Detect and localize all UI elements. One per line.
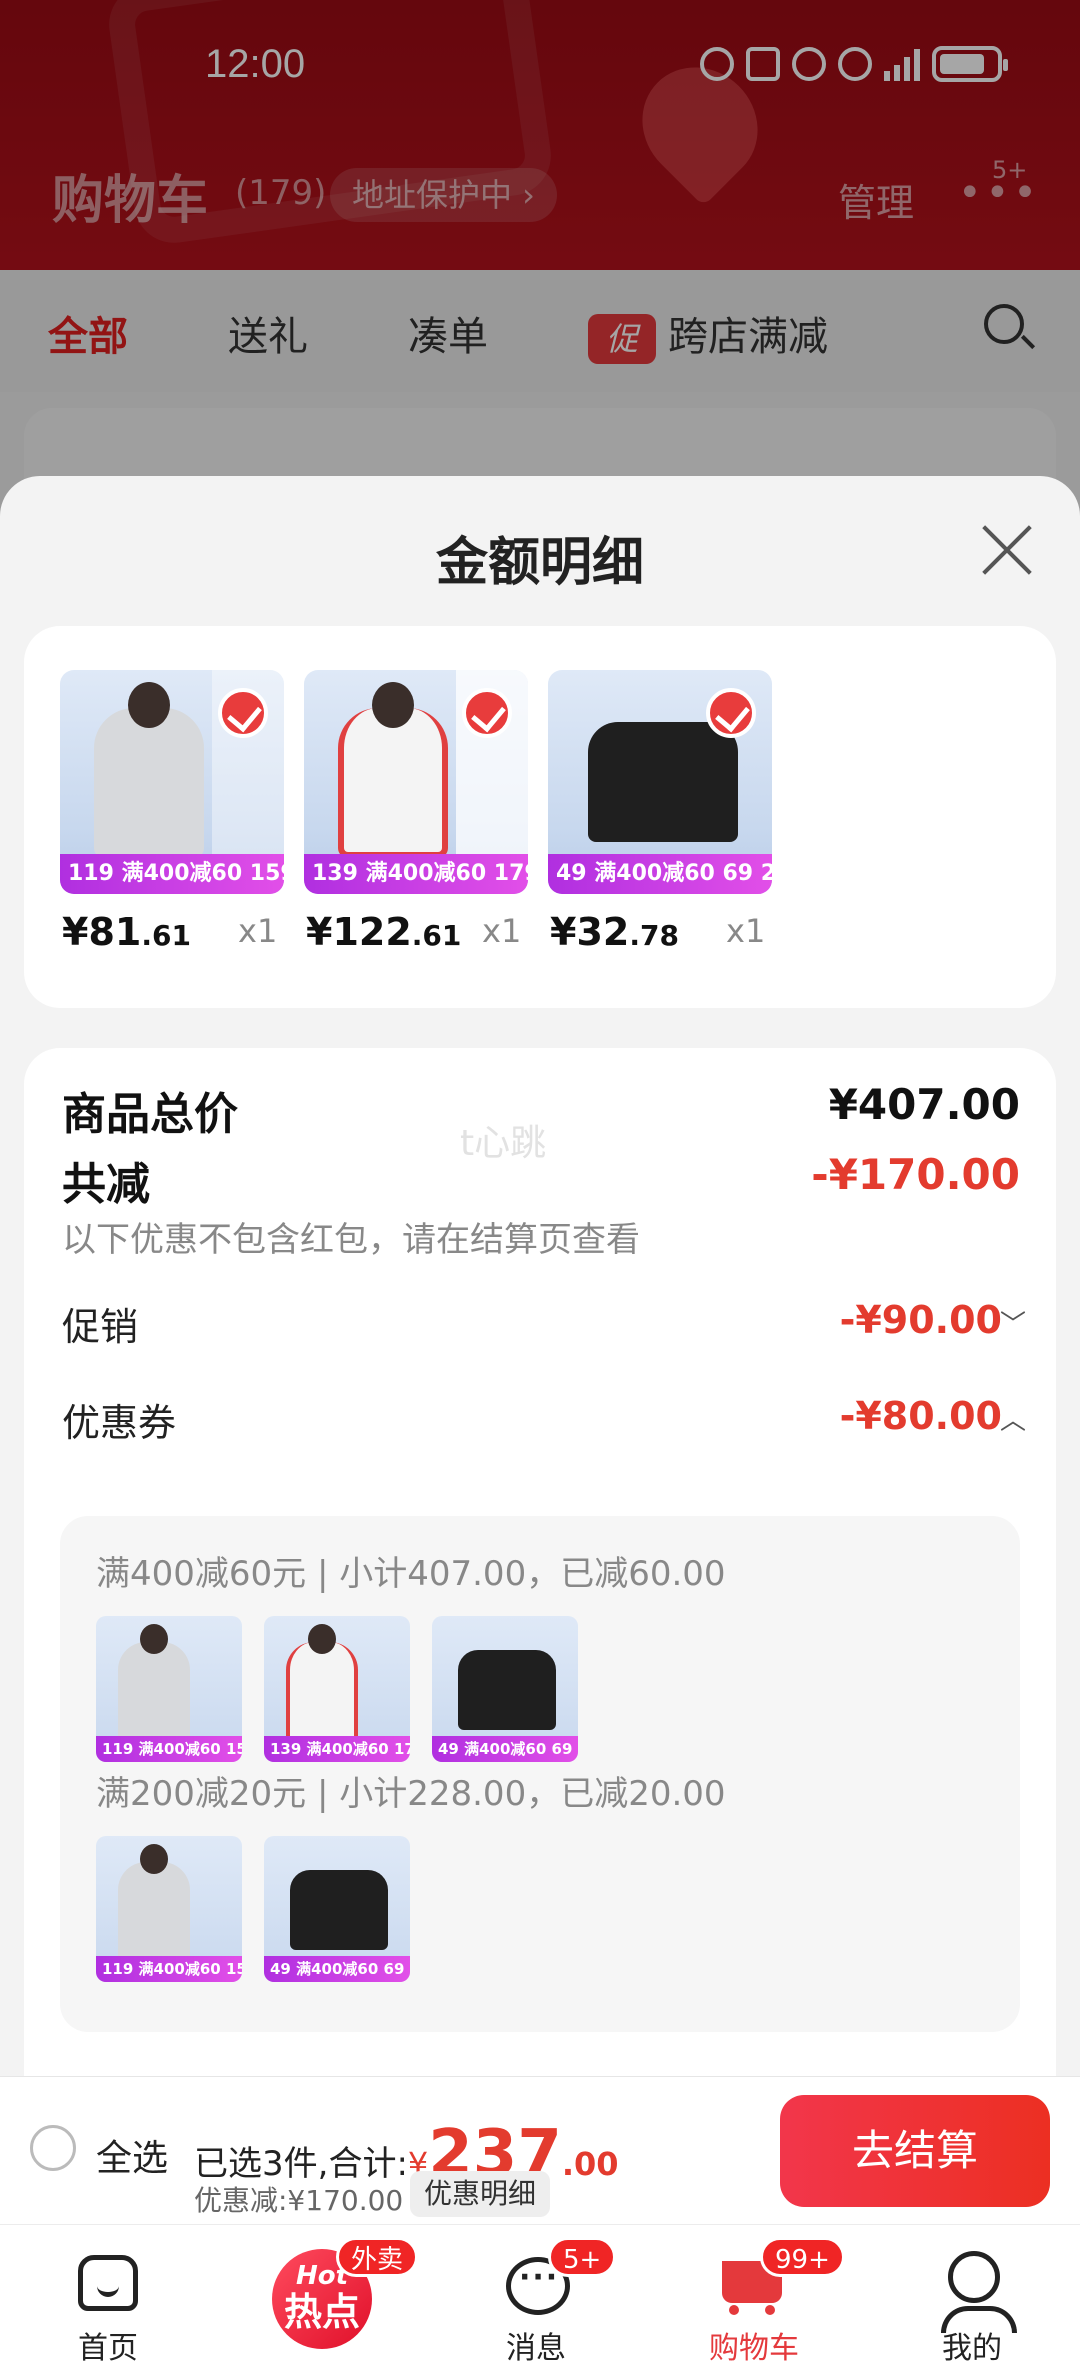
jacket-figure [338,708,448,858]
product-quantity: x1 [482,912,522,950]
tab-messages[interactable]: 5+ 消息 [466,2225,617,2376]
coupon-product-thumbnail: 49 满400减60 69 20 [264,1836,410,1982]
promotion-value[interactable]: -¥90.00 [840,1298,1002,1342]
tab-me-label: 我的 [942,2331,1002,2366]
checked-icon[interactable] [462,688,512,738]
total-price-label: 商品总价 [62,1089,238,1140]
amount-breakdown-card: t心跳 商品总价 ¥407.00 共减 -¥170.00 以下优惠不包含红包，请… [24,1048,1056,2078]
coupon-details: 满400减60元 | 小计407.00，已减60.00 119 满400减60 … [60,1516,1020,2032]
sheet-title: 金额明细 [435,533,644,593]
tab-home[interactable]: 首页 [38,2225,178,2376]
checked-icon[interactable] [218,688,268,738]
takeout-badge: 外卖 [336,2237,419,2277]
product-thumbnail: 49 满400减60 69 20 [548,670,772,894]
coupon-label[interactable]: 优惠券 [62,1392,176,1447]
product-quantity: x1 [726,912,766,950]
discount-value: -¥170.00 [811,1150,1020,1199]
product-item[interactable]: 119 满400减60 159 40 ¥81.61 x1 [60,670,284,954]
product-thumbnail: 119 满400减60 159 40 [60,670,284,894]
discount-label: 共减 [62,1159,150,1210]
bottom-tab-bar: 首页 Hot热点 外卖 5+ 消息 99+ 购物车 我的 [0,2224,1080,2376]
selected-products-card: 119 满400减60 159 40 ¥81.61 x1 139 满400减60… [24,626,1056,1008]
coupon-value[interactable]: -¥80.00 [840,1394,1002,1438]
product-price-bar: 139 满400减60 179 40 [264,1736,410,1762]
home-icon [78,2255,138,2311]
close-icon[interactable] [980,524,1034,578]
coupon-product-thumbnail: 119 满400减60 159 40 [96,1836,242,1982]
total-price-value: ¥407.00 [828,1080,1020,1129]
discount-note: 以下优惠不包含红包，请在结算页查看 [62,1220,640,1260]
discount-summary: 优惠减:¥170.00 [194,2184,404,2217]
coupon-product-thumbnail: 119 满400减60 159 40 [96,1616,242,1762]
product-item[interactable]: 139 满400减60 179 40 ¥122.61 x1 [304,670,528,954]
tshirt-figure [588,722,738,842]
checkout-button[interactable]: 去结算 [780,2095,1050,2207]
product-price: ¥122.61 [306,910,462,954]
tab-messages-label: 消息 [506,2331,566,2366]
tab-hot[interactable]: Hot 热点 外卖 [250,2225,419,2376]
tab-home-label: 首页 [78,2331,138,2366]
product-price-bar: 49 满400减60 69 20 [548,854,772,894]
product-price-bar: 49 满400减60 69 20 [264,1956,410,1982]
coupon-rule: 满200减20元 | 小计228.00，已减20.00 [96,1774,726,1814]
coupon-product-thumbnail: 139 满400减60 179 40 [264,1616,410,1762]
tab-cart-label: 购物车 [709,2331,799,2366]
product-price-bar: 119 满400减60 159 40 [96,1736,242,1762]
checked-icon[interactable] [706,688,756,738]
product-price: ¥81.61 [62,910,191,954]
discount-detail-button[interactable]: 优惠明细 [410,2171,551,2217]
product-item[interactable]: 49 满400减60 69 20 ¥32.78 x1 [548,670,772,954]
messages-badge: 5+ [548,2237,617,2277]
coupon-product-thumbnail: 49 满400减60 69 20 [432,1616,578,1762]
tab-cart[interactable]: 99+ 购物车 [684,2225,845,2376]
promotion-label[interactable]: 促销 [62,1296,138,1351]
watermark: t心跳 [460,1123,547,1164]
product-price: ¥32.78 [550,910,679,954]
product-price-bar: 119 满400减60 159 40 [60,854,284,894]
product-quantity: x1 [238,912,278,950]
product-thumbnail: 139 满400减60 179 40 [304,670,528,894]
profile-icon [941,2251,1017,2333]
cart-badge: 99+ [760,2237,845,2277]
chevron-down-icon[interactable]: ﹀ [1000,1304,1026,1341]
chevron-up-icon[interactable]: ︿ [1000,1400,1026,1437]
product-price-bar: 119 满400减60 159 40 [96,1956,242,1982]
product-price-bar: 139 满400减60 179 40 [304,854,528,894]
select-all-label[interactable]: 全选 [96,2129,168,2181]
checkout-bar: 全选 已选3件,合计:¥237.00 优惠减:¥170.00 优惠明细 去结算 [0,2076,1080,2224]
amount-detail-sheet: 金额明细 119 满400减60 159 40 ¥81.61 x1 139 满4… [0,476,1080,2078]
jacket-figure [94,708,204,858]
coupon-rule: 满400减60元 | 小计407.00，已减60.00 [96,1554,726,1594]
select-all-radio[interactable] [30,2125,76,2171]
tab-me[interactable]: 我的 [902,2225,1042,2376]
product-price-bar: 49 满400减60 69 20 [432,1736,578,1762]
